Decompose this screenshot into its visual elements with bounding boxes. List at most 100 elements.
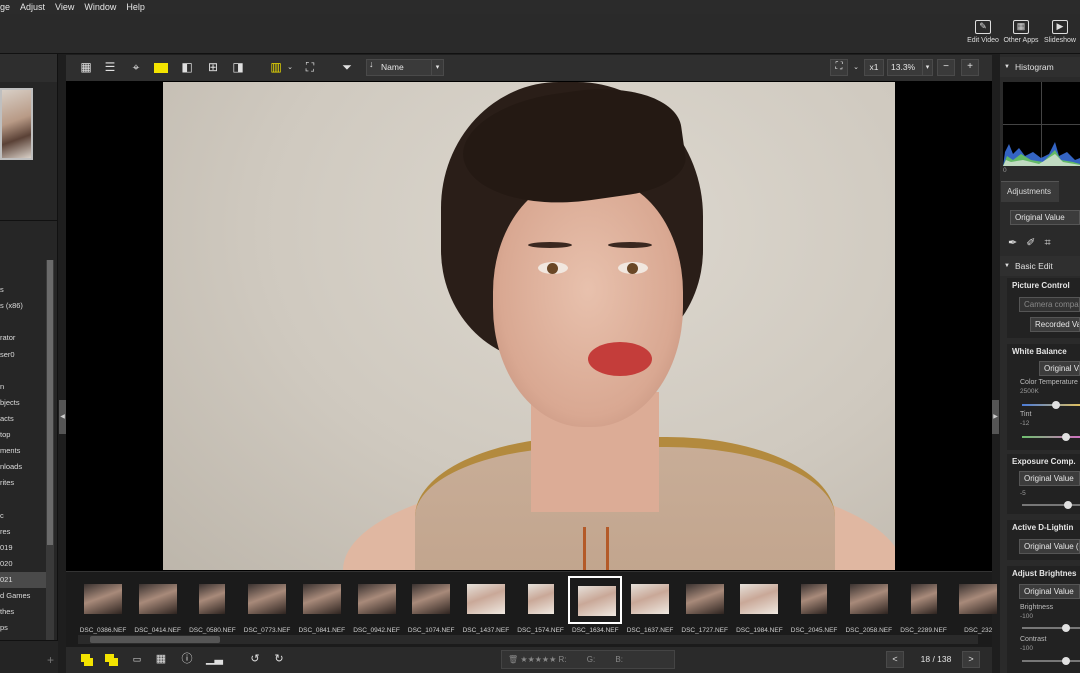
exposure-knob[interactable] [1064,501,1072,509]
folder-tree-item[interactable] [0,314,46,330]
folder-tree-item[interactable]: 020 [0,556,46,572]
folder-tree-item[interactable]: s [0,282,46,298]
folder-tree-item[interactable]: acts [0,411,46,427]
filmstrip-thumbnail[interactable] [240,576,294,624]
grid-icon[interactable]: ▦ [154,653,168,666]
filmstrip-thumbnail[interactable] [787,576,841,624]
filmstrip-thumbnail[interactable] [568,576,623,624]
filmstrip-thumbnail[interactable] [459,576,513,624]
collapse-left-panel-handle[interactable]: ◀ [59,400,66,434]
other-apps-button[interactable]: ▦ Other Apps [999,18,1043,44]
exposure-dropdown[interactable]: Original Value [1019,471,1080,486]
folder-tree-item[interactable] [0,491,46,507]
folder-tree-item[interactable]: nloads [0,459,46,475]
folder-tree-item[interactable] [0,266,46,282]
next-image-button[interactable]: > [962,651,980,668]
folder-tree-item[interactable]: ments [0,443,46,459]
color-temperature-knob[interactable] [1052,401,1060,409]
histogram-icon[interactable]: ▁▃ [206,653,223,666]
tab-adjustments[interactable]: Adjustments [1001,181,1059,202]
folder-tree-item[interactable]: bjects [0,395,46,411]
filmstrip-thumbnail[interactable] [131,576,185,624]
folder-tree-item[interactable]: n [0,379,46,395]
folder-preview-thumbnail[interactable] [0,88,33,160]
zoom-in-icon[interactable]: + [961,59,979,76]
folder-tree-item[interactable]: 021 [0,571,46,588]
contrast-slider[interactable] [1022,657,1080,665]
brightness-slider[interactable] [1022,624,1080,632]
star-rating[interactable]: ★★★★★ [520,655,558,664]
image-viewer[interactable] [66,81,992,571]
picture-control-title[interactable]: Picture Control [1012,281,1070,290]
filmstrip-scrollbar[interactable] [78,635,978,644]
folder-tree-item[interactable]: ps [0,620,46,636]
slideshow-button[interactable]: ▶ Slideshow [1038,18,1080,44]
folder-tree-item[interactable]: rites [0,475,46,491]
filmstrip-thumbnail[interactable] [404,576,458,624]
histogram-header[interactable]: Histogram [1000,57,1080,77]
map-pin-icon[interactable]: ⌖ [128,60,144,75]
menu-item-adjust[interactable]: Adjust [20,2,45,12]
chevron-down-icon[interactable]: ⌄ [848,60,864,75]
folder-tree-item[interactable]: d Games [0,588,46,604]
before-after-icon[interactable]: ◨ [230,60,246,75]
folder-tree-item[interactable]: ser0 [0,347,46,363]
filmstrip-thumbnail[interactable] [295,576,349,624]
exposure-slider[interactable] [1022,501,1080,509]
label-yellow-icon[interactable] [80,653,94,666]
brightness-title[interactable]: Adjust Brightnes [1012,569,1076,578]
filmstrip-scroll-thumb[interactable] [90,636,220,643]
collapse-right-panel-handle[interactable]: ▶ [992,400,999,434]
zoom-dropdown[interactable]: 13.3% ▾ [887,59,933,76]
exposure-title[interactable]: Exposure Comp. [1012,457,1076,466]
filmstrip-thumbnail[interactable] [732,576,786,624]
previous-image-button[interactable]: < [886,651,904,668]
folder-tree-item[interactable]: thes [0,604,46,620]
filmstrip-thumbnail[interactable] [350,576,404,624]
filmstrip-thumbnail[interactable] [185,576,239,624]
filmstrip-thumbnail[interactable] [76,576,130,624]
menu-item-help[interactable]: Help [126,2,145,12]
folder-tree-scroll-thumb[interactable] [47,260,53,545]
rotate-left-icon[interactable]: ↺ [248,653,262,666]
label-multi-icon[interactable] [104,653,118,666]
menu-item-view[interactable]: View [55,2,74,12]
menu-item-image[interactable]: ge [0,2,10,12]
fit-to-window-icon[interactable]: ⛶ [830,59,848,76]
filmstrip-thumbnail[interactable] [842,576,896,624]
zoom-out-icon[interactable]: − [937,59,955,76]
trash-icon[interactable]: 🗑 [508,655,518,664]
filmstrip-thumbnail[interactable] [951,576,1005,624]
picture-control-compat-field[interactable]: Camera compat [1019,297,1080,312]
filmstrip-thumbnail[interactable] [623,576,677,624]
white-balance-dropdown[interactable]: Original Va [1039,361,1080,376]
info-icon[interactable]: ⓘ [180,653,194,666]
filmstrip-thumbnail[interactable] [678,576,732,624]
screen-icon[interactable]: ▭ [130,653,144,666]
active-d-lighting-dropdown[interactable]: Original Value (C [1019,539,1080,554]
eyedropper-icon[interactable]: ✒ [1008,237,1026,249]
add-folder-icon[interactable]: + [47,653,54,667]
active-d-lighting-title[interactable]: Active D-Lightin [1012,523,1073,532]
white-balance-title[interactable]: White Balance [1012,347,1067,356]
contrast-knob[interactable] [1062,657,1070,665]
picture-control-recorded-dropdown[interactable]: Recorded Val [1030,317,1080,332]
brightness-dropdown[interactable]: Original Value [1019,584,1080,599]
grid-view-icon[interactable]: ▦ [78,60,94,75]
filmstrip-thumbnail[interactable] [897,576,951,624]
list-view-icon[interactable]: ☰ [102,60,118,75]
folder-tree-item[interactable]: 019 [0,540,46,556]
multi-view-icon[interactable]: ⊞ [205,60,221,75]
filter-icon[interactable]: ⏷ [339,60,355,75]
menu-item-window[interactable]: Window [84,2,116,12]
folder-tree-item[interactable]: res [0,524,46,540]
rotate-right-icon[interactable]: ↻ [272,653,286,666]
folder-tree-scrollbar[interactable] [46,260,54,673]
retouch-brush-icon[interactable]: ✐ [1026,237,1044,249]
adjustments-preset-dropdown[interactable]: Original Value [1010,210,1080,225]
folder-tree-item[interactable]: s (x86) [0,298,46,314]
folder-tree-item[interactable]: rator [0,330,46,346]
chevron-down-icon[interactable]: ⌄ [282,60,298,75]
folder-tree-item[interactable] [0,363,46,379]
zoom-multiplier-button[interactable]: x1 [864,59,884,76]
